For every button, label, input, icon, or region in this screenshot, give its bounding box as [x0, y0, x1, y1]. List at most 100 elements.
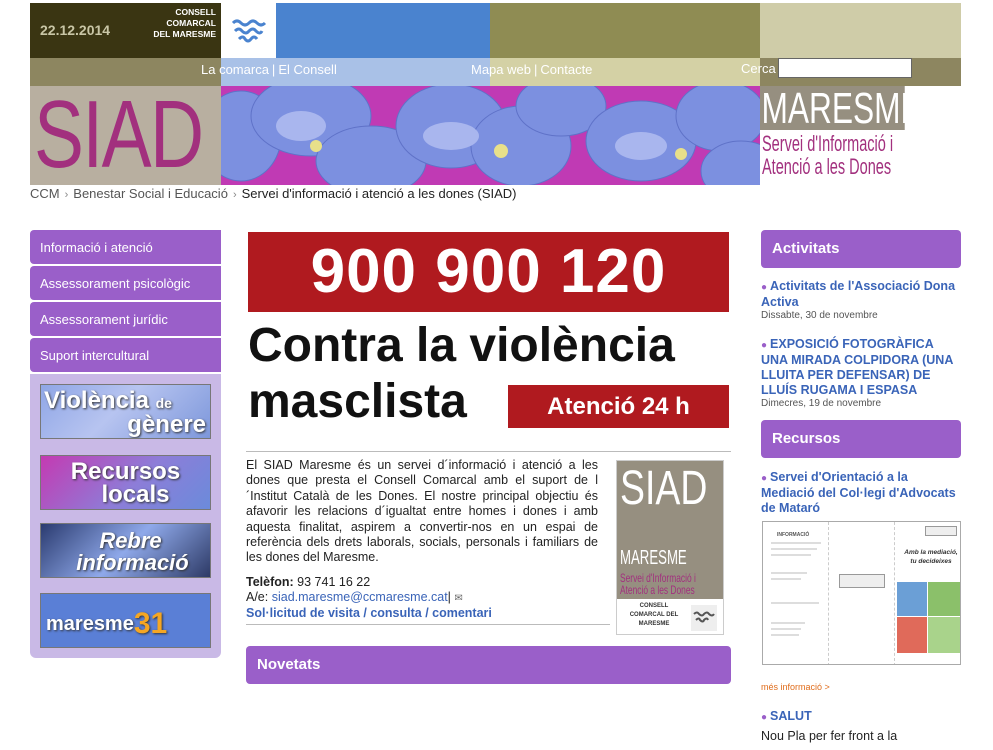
waves-icon: [231, 19, 267, 43]
org-logo-text[interactable]: CONSELL COMARCAL DEL MARESME: [150, 7, 216, 40]
header-strip: [30, 58, 221, 86]
promo-violencia-line2: gènere: [127, 411, 206, 438]
brochure-tagline-line1: Amb la mediació,: [904, 549, 958, 556]
promo-maresme-number: 31: [133, 607, 168, 640]
nav-separator: |: [533, 62, 538, 77]
activitats-header: Activitats: [761, 230, 961, 268]
siad-maresme-logo: SIAD MARESME Servei d'Informació i Atenc…: [616, 460, 724, 635]
left-nav-item-juridic[interactable]: Assessorament jurídic: [30, 302, 221, 336]
flowers-illustration: [221, 86, 760, 185]
chevron-right-icon: ›: [64, 189, 69, 201]
recursos-header: Recursos: [761, 420, 961, 458]
left-nav-item-intercultural[interactable]: Suport intercultural: [30, 338, 221, 372]
org-logo-icon[interactable]: [221, 3, 276, 58]
email-separator: |: [447, 590, 451, 604]
divider: [246, 451, 731, 452]
nav-link-contacte[interactable]: Contacte: [540, 62, 592, 77]
activity-date: Dissabte, 30 de novembre: [761, 310, 878, 321]
phone-value: 93 741 16 22: [297, 575, 371, 589]
bullet-icon: ●: [761, 282, 768, 293]
banner-maresme: MARESME Servei d'Informació i Atenció a …: [760, 86, 961, 185]
brochure-photo: [928, 582, 960, 616]
activity-item[interactable]: ● Activitats de l'Associació Dona Activa: [761, 279, 961, 310]
promo-rebre-informacio[interactable]: Rebre informació: [40, 523, 211, 578]
banner-maresme-subtitle: Servei d'Informació i Atenció a les Done…: [762, 132, 893, 178]
nav-separator: |: [271, 62, 276, 77]
brochure-text-line: [771, 572, 807, 574]
left-nav: Informació i atenció Assessorament psico…: [30, 230, 221, 374]
search-label: Cerca: [741, 61, 776, 76]
attention-24h-badge: Atenció 24 h: [508, 385, 729, 428]
chevron-right-icon: ›: [232, 189, 237, 201]
left-nav-item-informacio[interactable]: Informació i atenció: [30, 230, 221, 264]
brochure-photo: [928, 617, 960, 653]
resource-title[interactable]: Servei d'Orientació a la Mediació del Co…: [761, 470, 956, 515]
headline-line1: Contra la violència: [248, 319, 675, 372]
request-visit-link[interactable]: Sol·licitud de visita / consulta / comen…: [246, 606, 606, 621]
activity-title[interactable]: Activitats de l'Associació Dona Activa: [761, 279, 955, 309]
email-link[interactable]: siad.maresme@ccmaresme.cat: [272, 590, 448, 604]
brochure-info-title: INFORMACIÓ: [777, 532, 810, 538]
phone-row: Telèfon: 93 741 16 22: [246, 575, 606, 590]
brochure-text-line: [771, 542, 821, 544]
salut-item[interactable]: ● SALUT: [761, 709, 812, 723]
brochure-text-line: [771, 622, 805, 624]
promo-recursos-locals[interactable]: Recursos locals: [40, 455, 211, 510]
bullet-icon: ●: [761, 473, 768, 484]
breadcrumb-link-ccm[interactable]: CCM: [30, 186, 60, 201]
intro-text: El SIAD Maresme és un servei d´informaci…: [246, 458, 598, 565]
brochure-panel: Amb la mediació, tu decideixes: [895, 522, 960, 664]
promo-maresme31[interactable]: maresme31: [40, 593, 211, 648]
contact-block: Telèfon: 93 741 16 22 A/e: siad.maresme@…: [246, 575, 606, 621]
banner-siad-text: SIAD: [34, 86, 204, 185]
banner-maresme-sub-line2: Atenció a les Dones: [762, 154, 892, 179]
logo-subtitle: Servei d'Informació i Atenció a les Done…: [620, 572, 696, 596]
nav-link-el-consell[interactable]: El Consell: [278, 62, 337, 77]
phone-label: Telèfon:: [246, 575, 294, 589]
envelope-icon[interactable]: ✉: [454, 593, 462, 604]
brochure-tagline: Amb la mediació, tu decideixes: [903, 548, 959, 566]
banner-maresme-sub-line1: Servei d'Informació i: [762, 131, 894, 156]
header-color-block: [760, 3, 961, 58]
salut-title[interactable]: SALUT: [770, 709, 812, 723]
breadcrumb-link-benestar[interactable]: Benestar Social i Educació: [73, 186, 228, 201]
brochure-tagline-line2: tu decideixes: [910, 558, 952, 565]
banner-siad: SIAD: [30, 86, 221, 185]
promo-recursos-line2: locals: [101, 481, 170, 508]
search-input[interactable]: [778, 58, 912, 78]
email-row: A/e: siad.maresme@ccmaresme.cat| ✉: [246, 590, 606, 606]
brochure-text-line: [771, 628, 801, 630]
left-nav-item-psicologic[interactable]: Assessorament psicològic: [30, 266, 221, 300]
hotline-number: 900 900 120: [248, 232, 729, 312]
email-label: A/e:: [246, 590, 269, 604]
promo-violencia-word: Violència: [44, 387, 149, 414]
brochure-text-line: [771, 554, 811, 556]
date-panel: 22.12.2014 CONSELL COMARCAL DEL MARESME: [30, 3, 221, 58]
promo-violencia-de: de: [155, 395, 172, 411]
resource-item[interactable]: ● Servei d'Orientació a la Mediació del C…: [761, 470, 961, 516]
brochure-text-line: [771, 548, 817, 550]
activity-title[interactable]: EXPOSICIÓ FOTOGRÀFICA UNA MIRADA COLPIDO…: [761, 337, 953, 397]
brochure-text-line: [771, 602, 819, 604]
nav-link-la-comarca[interactable]: La comarca: [201, 62, 269, 77]
brochure-photo: [897, 617, 927, 653]
promo-maresme-word: maresme: [46, 613, 134, 635]
top-nav-right: Mapa web | Contacte: [471, 62, 592, 77]
promo-violencia-genere[interactable]: Violència de gènere: [40, 384, 211, 439]
current-date: 22.12.2014: [40, 22, 111, 38]
brochure-panel: INFORMACIÓ: [763, 522, 829, 664]
brochure-photo: [897, 582, 927, 616]
more-info-link[interactable]: més informació >: [761, 682, 830, 692]
nav-link-mapa-web[interactable]: Mapa web: [471, 62, 531, 77]
waves-icon: [691, 605, 717, 631]
activity-item[interactable]: ● EXPOSICIÓ FOTOGRÀFICA UNA MIRADA COLPID…: [761, 337, 961, 398]
salut-text: Nou Pla per fer front a la: [761, 729, 898, 743]
promo-rebre-line2: informació: [76, 550, 189, 575]
mediation-brochure-image[interactable]: INFORMACIÓ Amb la mediació, tu decideixe…: [762, 521, 961, 665]
bullet-icon: ●: [761, 712, 768, 723]
banner-maresme-title: MARESME: [760, 86, 922, 133]
logo-maresme-text: MARESME: [620, 547, 687, 569]
brochure-logo: [839, 574, 885, 588]
logo-sub-line2: Atenció a les Dones: [620, 583, 695, 597]
promo-maresme31-text: maresme31: [41, 607, 210, 641]
